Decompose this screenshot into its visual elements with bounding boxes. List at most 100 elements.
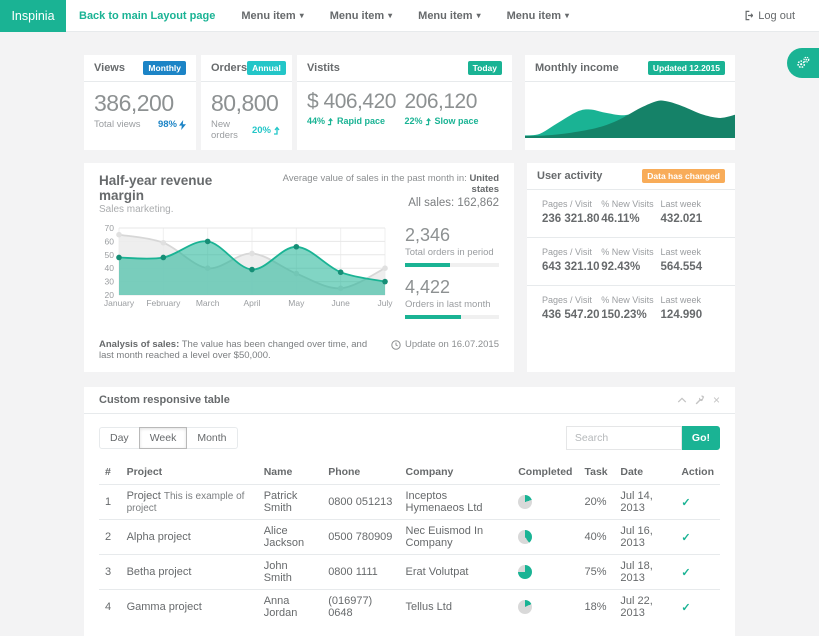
page-content: Views Monthly 386,200 Total views 98% Or… bbox=[0, 32, 819, 636]
completed-pie-chart bbox=[518, 495, 532, 509]
visits-right-stat: 206,120 22% Slow pace bbox=[405, 90, 503, 126]
name-cell: John Smith bbox=[258, 555, 322, 590]
company-cell: Tellus Ltd bbox=[400, 590, 513, 625]
date-cell: Jul 14, 2013 bbox=[614, 485, 675, 520]
tab-day[interactable]: Day bbox=[99, 427, 140, 449]
table-row: 2Alpha projectAlice Jackson0500 780909Ne… bbox=[99, 520, 720, 555]
nav-menu-item-3[interactable]: Menu item ▾ bbox=[418, 10, 480, 22]
column-header: Project bbox=[121, 462, 258, 485]
monthly-income-chart bbox=[525, 82, 735, 138]
monthly-income-card: Monthly income Updated 12.2015 bbox=[525, 55, 735, 150]
check-action-icon[interactable]: ✓ bbox=[681, 567, 690, 579]
orders-period-label: Total orders in period bbox=[405, 247, 499, 258]
table-row: 1Project This is example of projectPatri… bbox=[99, 485, 720, 520]
name-cell: Patrick Smith bbox=[258, 485, 322, 520]
clock-icon bbox=[391, 340, 401, 350]
visits-card: Vistits Today $ 406,420 44% Rapid pace 2… bbox=[297, 55, 512, 150]
activity-cell: Last week124.990 bbox=[661, 295, 720, 321]
search-go-button[interactable]: Go! bbox=[682, 426, 720, 450]
revenue-chart: 203040506070JanuaryFebruaryMarchAprilMay… bbox=[99, 223, 391, 317]
activity-value: 236 321.80 bbox=[542, 213, 601, 225]
table-body: 1Project This is example of projectPatri… bbox=[99, 485, 720, 625]
caret-down-icon: ▾ bbox=[300, 11, 304, 20]
row-number: 4 bbox=[99, 590, 121, 625]
collapse-chevron-up-icon[interactable] bbox=[677, 396, 687, 404]
project-name: Alpha project bbox=[127, 531, 191, 543]
visits-badge: Today bbox=[468, 61, 502, 75]
activity-cell: Last week 432.021 bbox=[661, 199, 720, 225]
visits-card-title: Vistits bbox=[307, 62, 340, 74]
phone-cell: 0500 780909 bbox=[322, 520, 399, 555]
nav-menu-item-2[interactable]: Menu item ▾ bbox=[330, 10, 392, 22]
date-cell: Jul 16, 2013 bbox=[614, 520, 675, 555]
brand-logo[interactable]: Inspinia bbox=[0, 0, 66, 32]
menu-item-label: Menu item bbox=[330, 10, 384, 22]
all-sales-value: All sales: 162,862 bbox=[258, 197, 499, 209]
visits-right-value: 206,120 bbox=[405, 90, 503, 114]
activity-value: 92.43% bbox=[601, 261, 660, 273]
check-action-icon[interactable]: ✓ bbox=[681, 602, 690, 614]
svg-text:March: March bbox=[196, 298, 220, 308]
close-icon[interactable]: × bbox=[713, 394, 720, 406]
company-cell: Nec Euismod In Company bbox=[400, 520, 513, 555]
search-input[interactable] bbox=[566, 426, 682, 450]
menu-item-label: Menu item bbox=[241, 10, 295, 22]
wrench-icon[interactable] bbox=[695, 395, 705, 405]
svg-text:30: 30 bbox=[105, 277, 115, 287]
menu-item-label: Menu item bbox=[507, 10, 561, 22]
logout-button[interactable]: Log out bbox=[742, 10, 795, 22]
orders-month-progress bbox=[405, 315, 499, 319]
table-panel-title: Custom responsive table bbox=[99, 394, 230, 406]
project-cell: Betha project bbox=[121, 555, 258, 590]
activity-value: 46.11% bbox=[601, 213, 660, 225]
svg-text:January: January bbox=[104, 298, 135, 308]
views-percent: 98% bbox=[158, 119, 177, 130]
theme-settings-button[interactable] bbox=[787, 48, 819, 78]
row-number: 2 bbox=[99, 520, 121, 555]
activity-col-label: Last week bbox=[661, 295, 720, 305]
check-action-icon[interactable]: ✓ bbox=[681, 532, 690, 544]
activity-cell: % New Visits150.23% bbox=[601, 295, 660, 321]
orders-card-title: Orders bbox=[211, 62, 247, 74]
column-header: Name bbox=[258, 462, 322, 485]
completed-cell bbox=[512, 520, 578, 555]
top-navbar: Inspinia Back to main Layout page Menu i… bbox=[0, 0, 819, 32]
nav-menu-item-4[interactable]: Menu item ▾ bbox=[507, 10, 569, 22]
date-cell: Jul 18, 2013 bbox=[614, 555, 675, 590]
caret-down-icon: ▾ bbox=[388, 11, 392, 20]
views-value: 386,200 bbox=[94, 90, 186, 116]
back-to-layout-link[interactable]: Back to main Layout page bbox=[79, 10, 215, 22]
column-header: Phone bbox=[322, 462, 399, 485]
user-activity-rows: Pages / Visit236 321.80% New Visits46.11… bbox=[527, 190, 735, 333]
activity-col-label: Last week bbox=[661, 199, 720, 209]
tab-week[interactable]: Week bbox=[139, 427, 188, 449]
nav-menu-item-1[interactable]: Menu item ▾ bbox=[241, 10, 303, 22]
task-cell: 75% bbox=[578, 555, 614, 590]
project-cell: Alpha project bbox=[121, 520, 258, 555]
menu-item-label: Menu item bbox=[418, 10, 472, 22]
activity-col-label: Last week bbox=[661, 247, 720, 257]
svg-text:60: 60 bbox=[105, 237, 115, 247]
table-row: 3Betha projectJohn Smith0800 1111Erat Vo… bbox=[99, 555, 720, 590]
progress-bar-fill bbox=[405, 263, 450, 267]
task-cell: 18% bbox=[578, 590, 614, 625]
activity-cell: % New Visits92.43% bbox=[601, 247, 660, 273]
visits-left-percent: 44% bbox=[307, 116, 325, 126]
caret-down-icon: ▾ bbox=[565, 11, 569, 20]
company-cell: Erat Volutpat bbox=[400, 555, 513, 590]
user-activity-panel: User activity Data has changed Pages / V… bbox=[527, 163, 735, 372]
action-cell: ✓ bbox=[675, 590, 720, 625]
table-header-row: #ProjectNamePhoneCompanyCompletedTaskDat… bbox=[99, 462, 720, 485]
check-action-icon[interactable]: ✓ bbox=[681, 497, 690, 509]
activity-row: Pages / Visit436 547.20% New Visits150.2… bbox=[527, 286, 735, 333]
revenue-note: Average value of sales in the past month… bbox=[258, 173, 499, 215]
action-cell: ✓ bbox=[675, 520, 720, 555]
revenue-title: Half-year revenue margin bbox=[99, 173, 258, 203]
activity-col-label: Pages / Visit bbox=[542, 247, 601, 257]
orders-period-value: 2,346 bbox=[405, 225, 499, 246]
column-header: Action bbox=[675, 462, 720, 485]
phone-cell: 0800 051213 bbox=[322, 485, 399, 520]
period-button-group: DayWeekMonth bbox=[99, 427, 238, 449]
activity-value: 432.021 bbox=[661, 213, 720, 225]
tab-month[interactable]: Month bbox=[186, 427, 237, 449]
